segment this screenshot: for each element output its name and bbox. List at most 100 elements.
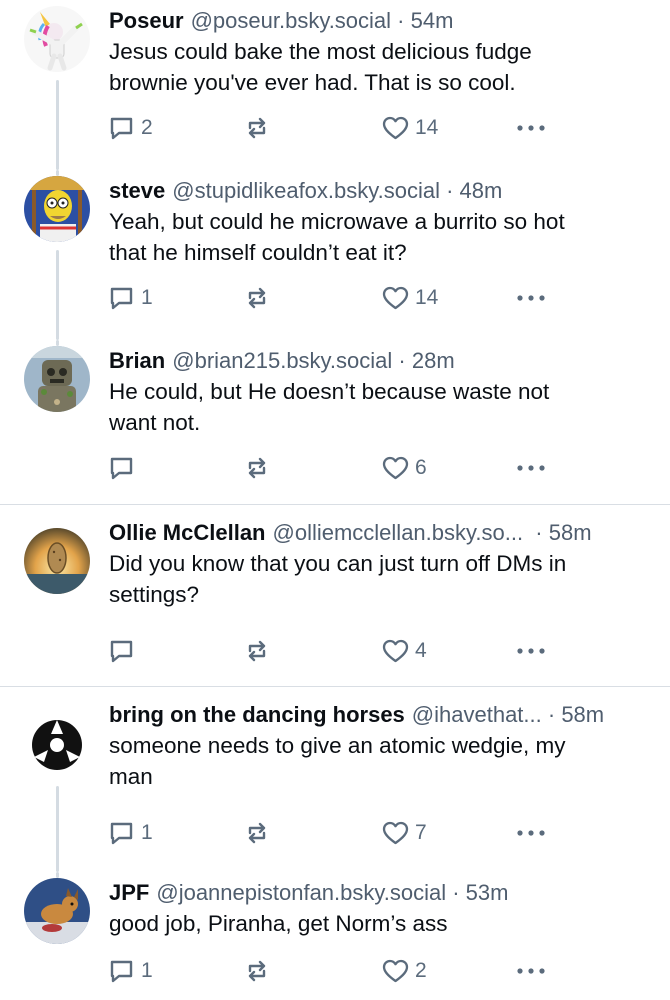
like-count: 7 [415,821,427,844]
speech-bubble-icon [110,640,133,663]
more-options-button[interactable] [516,453,546,483]
author-name[interactable]: Ollie McClellan [109,516,266,550]
more-options-button[interactable] [516,113,546,143]
post-actions: 1 14 [108,283,548,313]
post-time[interactable]: · 54m [391,4,453,38]
author-name[interactable]: Poseur [109,4,184,38]
post-time[interactable]: · 48m [440,174,502,208]
speech-bubble-icon [110,117,133,140]
reply-button[interactable]: 1 [108,283,153,313]
post-text-line: man [109,764,153,789]
post-actions: 2 14 [108,113,548,143]
repost-button[interactable] [244,113,276,143]
like-button[interactable]: 6 [382,453,427,483]
like-button[interactable]: 14 [382,113,438,143]
repost-button[interactable] [244,956,276,986]
heart-icon [382,821,409,844]
repost-button[interactable] [244,283,276,313]
more-options-button[interactable] [516,283,546,313]
post-header: Ollie McClellan @olliemcclellan.bsky.so.… [109,516,648,550]
post-text: someone needs to give an atomic wedgie, … [109,730,640,792]
post-actions: 1 7 [108,818,548,848]
like-button[interactable]: 7 [382,818,427,848]
repost-button[interactable] [244,453,276,483]
post-time[interactable]: · 58m [542,698,604,732]
heart-icon [382,116,409,139]
reply-count: 1 [141,959,153,982]
avatar[interactable] [24,878,90,944]
avatar[interactable] [24,346,90,412]
thread-line [56,80,59,170]
post[interactable]: bring on the dancing horses @ihavethat..… [0,694,670,872]
ellipsis-icon [517,648,545,654]
repost-arrows-icon [248,117,266,139]
post-text-line: Jesus could bake the most delicious fudg… [109,39,532,64]
author-name[interactable]: JPF [109,876,149,910]
post-text-line: He could, but He doesn’t because waste n… [109,379,550,404]
post-text: Yeah, but could he microwave a burrito s… [109,206,640,268]
speech-bubble-icon [110,822,133,845]
ellipsis-icon [517,830,545,836]
author-handle[interactable]: @joannepistonfan.bsky.social [156,876,446,910]
record-adapter-icon [24,712,90,778]
repost-arrows-icon [248,287,266,309]
post[interactable]: Brian @brian215.bsky.social · 28m He cou… [0,340,670,504]
thread-line [56,250,59,340]
more-options-button[interactable] [516,818,546,848]
like-count: 14 [415,116,439,139]
post-time[interactable]: · 28m [392,344,454,378]
author-handle[interactable]: @brian215.bsky.social [172,344,392,378]
heart-icon [382,639,409,662]
post[interactable]: Ollie McClellan @olliemcclellan.bsky.so.… [0,512,670,684]
post[interactable]: steve @stupidlikeafox.bsky.social · 48m … [0,170,670,340]
repost-arrows-icon [248,822,266,844]
like-button[interactable]: 4 [382,636,427,666]
repost-button[interactable] [244,636,276,666]
heart-icon [382,286,409,309]
ellipsis-icon [517,465,545,471]
post-time[interactable]: · 53m [446,876,508,910]
author-name[interactable]: steve [109,174,165,208]
post-text: good job, Piranha, get Norm’s ass [109,908,640,939]
post-text-line: that he himself couldn’t eat it? [109,240,407,265]
author-handle[interactable]: @poseur.bsky.social [191,4,391,38]
post-text: Did you know that you can just turn off … [109,548,640,610]
post-text-line: want not. [109,410,201,435]
post-header: Brian @brian215.bsky.social · 28m [109,344,648,378]
avatar[interactable] [24,712,90,778]
divider [0,504,670,505]
reply-button[interactable]: 1 [108,818,153,848]
author-handle[interactable]: @stupidlikeafox.bsky.social [172,174,440,208]
author-handle[interactable]: @ihavethat... [412,698,542,732]
reply-button[interactable] [108,453,141,483]
reply-count: 2 [141,116,153,139]
divider [0,686,670,687]
more-options-button[interactable] [516,956,546,986]
reply-count: 1 [141,821,153,844]
post-text-line: Yeah, but could he microwave a burrito s… [109,209,565,234]
post[interactable]: Poseur @poseur.bsky.social · 54m Jesus c… [0,0,670,170]
reply-button[interactable] [108,636,141,666]
heart-icon [382,959,409,982]
author-name[interactable]: bring on the dancing horses [109,698,405,732]
more-options-button[interactable] [516,636,546,666]
reply-button[interactable]: 2 [108,113,153,143]
author-name[interactable]: Brian [109,344,165,378]
post-text-line: settings? [109,582,200,607]
potato-sunset-icon [24,528,90,594]
post[interactable]: JPF @joannepistonfan.bsky.social · 53m g… [0,872,670,1000]
post-header: bring on the dancing horses @ihavethat..… [109,698,648,732]
post-text-line: someone needs to give an atomic wedgie, … [109,733,566,758]
avatar[interactable] [24,176,90,242]
post-header: Poseur @poseur.bsky.social · 54m [109,4,648,38]
author-handle[interactable]: @olliemcclellan.bsky.so... [273,516,524,550]
repost-button[interactable] [244,818,276,848]
post-time[interactable]: · 58m [523,516,591,550]
avatar[interactable] [24,528,90,594]
avatar[interactable] [24,6,90,72]
like-button[interactable]: 14 [382,283,438,313]
like-button[interactable]: 2 [382,956,427,986]
post-text-line: good job, Piranha, get Norm’s ass [109,911,448,936]
reply-button[interactable]: 1 [108,956,153,986]
repost-arrows-icon [248,640,266,662]
